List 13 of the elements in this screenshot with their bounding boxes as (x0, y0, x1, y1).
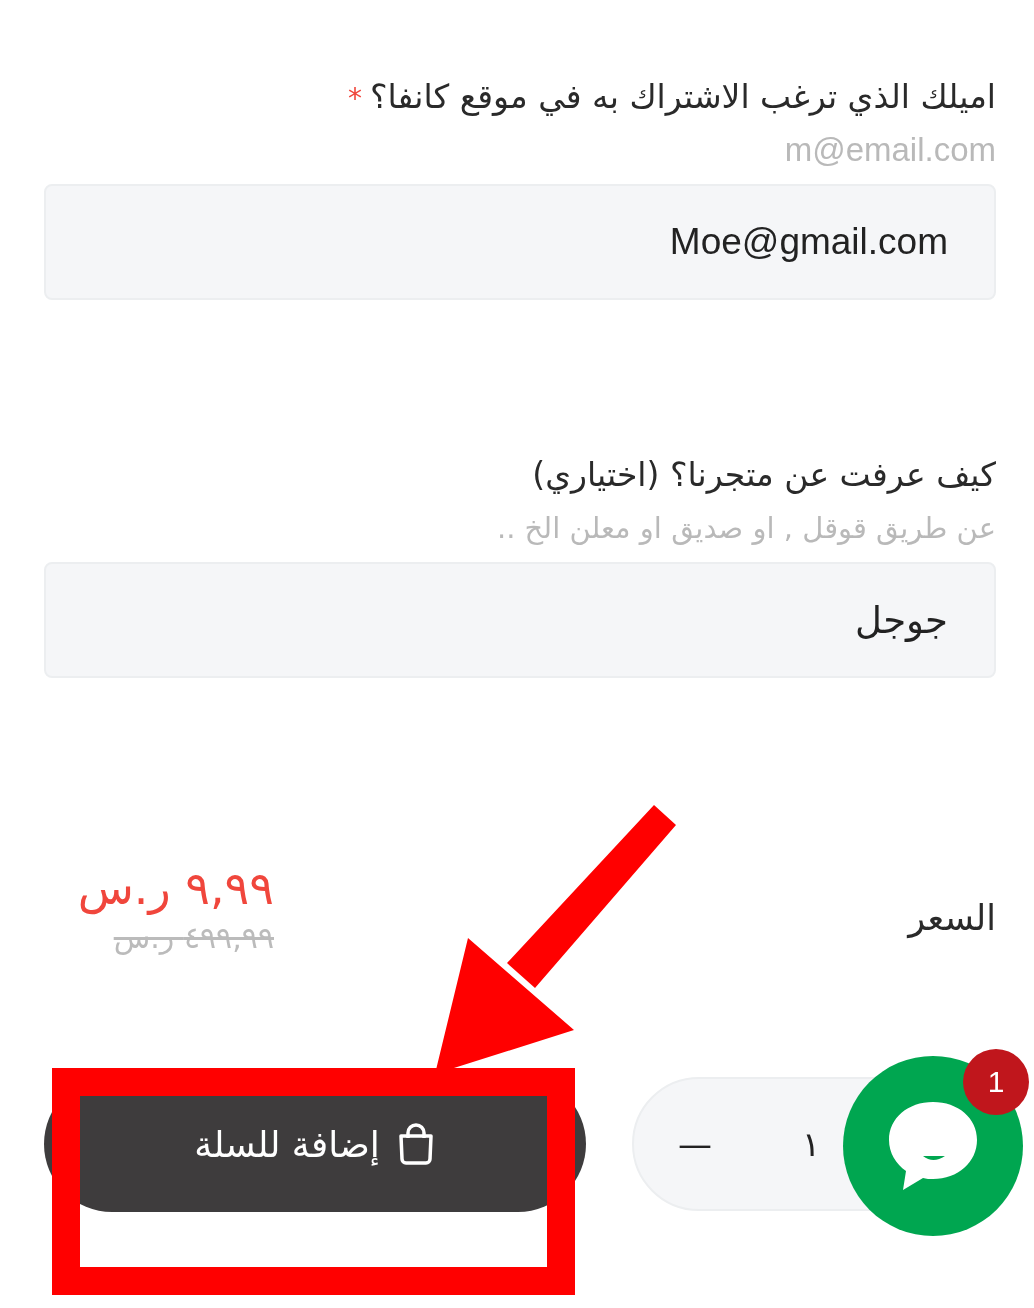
notification-badge: 1 (963, 1049, 1029, 1115)
input-field[interactable]: جوجل (44, 562, 996, 678)
field-label: اميلك الذي ترغب الاشتراك به في موقع كانفا؟ (370, 77, 996, 116)
sale-price: ٩,٩٩ ر.س (77, 860, 274, 917)
price-label: السعر (908, 897, 996, 938)
quantity-value: ١ (802, 1124, 821, 1164)
field-hint: m@email.com (783, 130, 996, 170)
input-field[interactable]: Moe@gmail.com (44, 184, 996, 300)
required-mark: * (348, 82, 362, 115)
field-hint: عن طريق قوقل , او صديق او معلن الخ .. (495, 510, 996, 547)
decrease-button[interactable]: — (678, 1124, 712, 1164)
original-price: ٤٩٩,٩٩ ر.س (113, 919, 274, 957)
field-label: كيف عرفت عن متجرنا؟ (اختياري) (532, 455, 996, 494)
